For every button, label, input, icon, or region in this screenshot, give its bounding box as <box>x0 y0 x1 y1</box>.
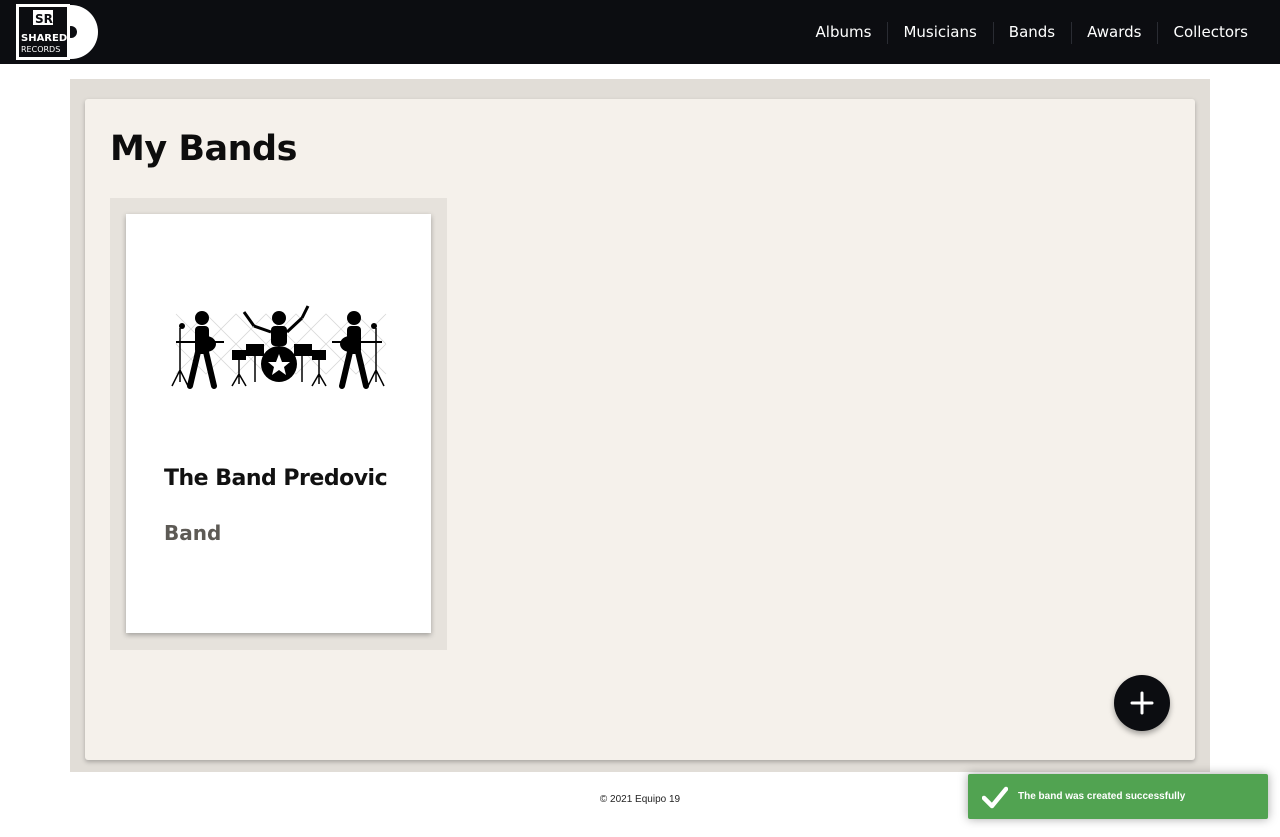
nav-albums[interactable]: Albums <box>800 0 888 64</box>
svg-text:SR: SR <box>35 12 53 26</box>
toast-message: The band was created successfully <box>1018 791 1186 802</box>
band-card-wrapper: The Band Predovic Band <box>110 198 447 650</box>
nav-bands[interactable]: Bands <box>992 0 1071 64</box>
svg-text:SHARED: SHARED <box>21 33 67 44</box>
band-type: Band <box>164 521 222 545</box>
content-container: My Bands The Band Predovic Band <box>70 79 1210 772</box>
band-name: The Band Predovic <box>164 466 388 491</box>
success-toast[interactable]: The band was created successfully <box>968 774 1268 819</box>
bands-panel: My Bands The Band Predovic Band <box>85 99 1195 760</box>
page-title: My Bands <box>110 129 297 169</box>
band-card[interactable]: The Band Predovic Band <box>126 214 431 633</box>
main-nav: Albums Musicians Bands Awards Collectors <box>800 0 1264 64</box>
svg-text:RECORDS: RECORDS <box>21 45 60 54</box>
add-band-button[interactable] <box>1114 675 1170 731</box>
checkmark-icon <box>982 786 1008 809</box>
band-silhouette-icon <box>171 305 387 389</box>
nav-collectors[interactable]: Collectors <box>1157 0 1264 64</box>
nav-awards[interactable]: Awards <box>1071 0 1157 64</box>
nav-musicians[interactable]: Musicians <box>887 0 992 64</box>
shared-records-logo[interactable]: SR SHARED RECORDS <box>16 4 100 60</box>
plus-icon <box>1130 691 1154 715</box>
top-navbar: SR SHARED RECORDS Albums Musicians Bands… <box>0 0 1280 64</box>
